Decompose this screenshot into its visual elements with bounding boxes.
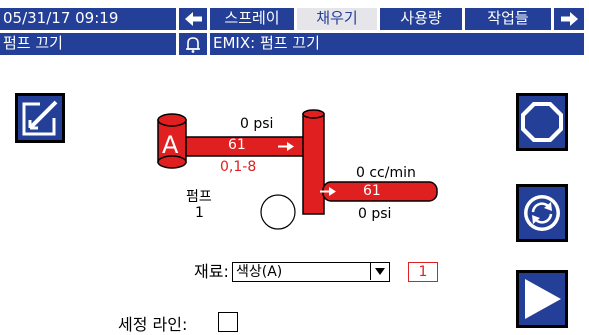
edit-button[interactable] [15,93,65,143]
nav-right-button[interactable] [554,8,584,30]
stop-button[interactable] [516,93,568,151]
outlet-pressure: 0 psi [358,206,392,222]
pump-number: 1 [195,205,204,221]
bell-icon [186,37,200,53]
flush-checkbox[interactable] [218,312,238,332]
nav-left-button[interactable] [179,8,207,30]
material-select[interactable]: 색상(A) [232,262,390,282]
tab-usage[interactable]: 사용량 [380,8,462,30]
play-icon [525,279,561,319]
pump-label: 펌프 [186,189,212,205]
flush-label: 세정 라인: [118,315,188,334]
chevron-down-icon [375,268,385,275]
material-value: 색상(A) [236,264,283,280]
dropdown-button[interactable] [370,263,389,280]
edit-icon [22,100,58,136]
material-index: 1 [408,262,438,282]
status-bar: 펌프 끄기 [0,33,176,55]
pump-letter: A [162,131,179,159]
datetime: 05/31/17 09:19 [0,8,176,30]
material-label: 재료: [194,262,229,281]
arrow-right-icon [561,12,578,26]
play-button[interactable] [516,270,568,328]
tab-fill[interactable]: 채우기 [297,8,377,30]
event-bar: EMIX: 펌프 끄기 [210,33,584,55]
refresh-icon [524,195,560,231]
flow-bottom-value: 61 [363,183,381,199]
arrow-left-icon [185,12,202,26]
tab-spray[interactable]: 스프레이 [210,8,294,30]
alarm-button[interactable] [179,33,207,55]
inlet-pressure: 0 psi [240,116,274,132]
flow-rate: 0 cc/min [356,165,416,181]
pump-circle [260,194,296,230]
tab-jobs[interactable]: 작업들 [465,8,551,30]
stop-icon [521,102,563,142]
flow-top-value: 61 [228,137,246,153]
refresh-button[interactable] [516,184,568,242]
range-value: 0,1-8 [220,159,257,175]
